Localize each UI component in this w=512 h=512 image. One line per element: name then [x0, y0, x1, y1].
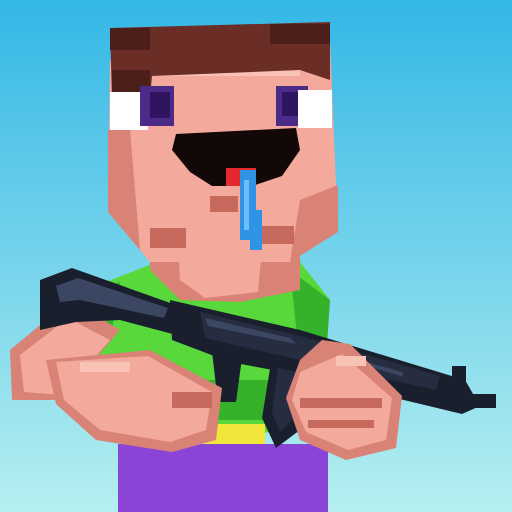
character-illustration [0, 0, 512, 512]
left-eye [110, 86, 174, 130]
right-eye [276, 86, 332, 128]
head [108, 22, 338, 262]
game-icon-scene [0, 0, 512, 512]
pants [118, 444, 328, 512]
